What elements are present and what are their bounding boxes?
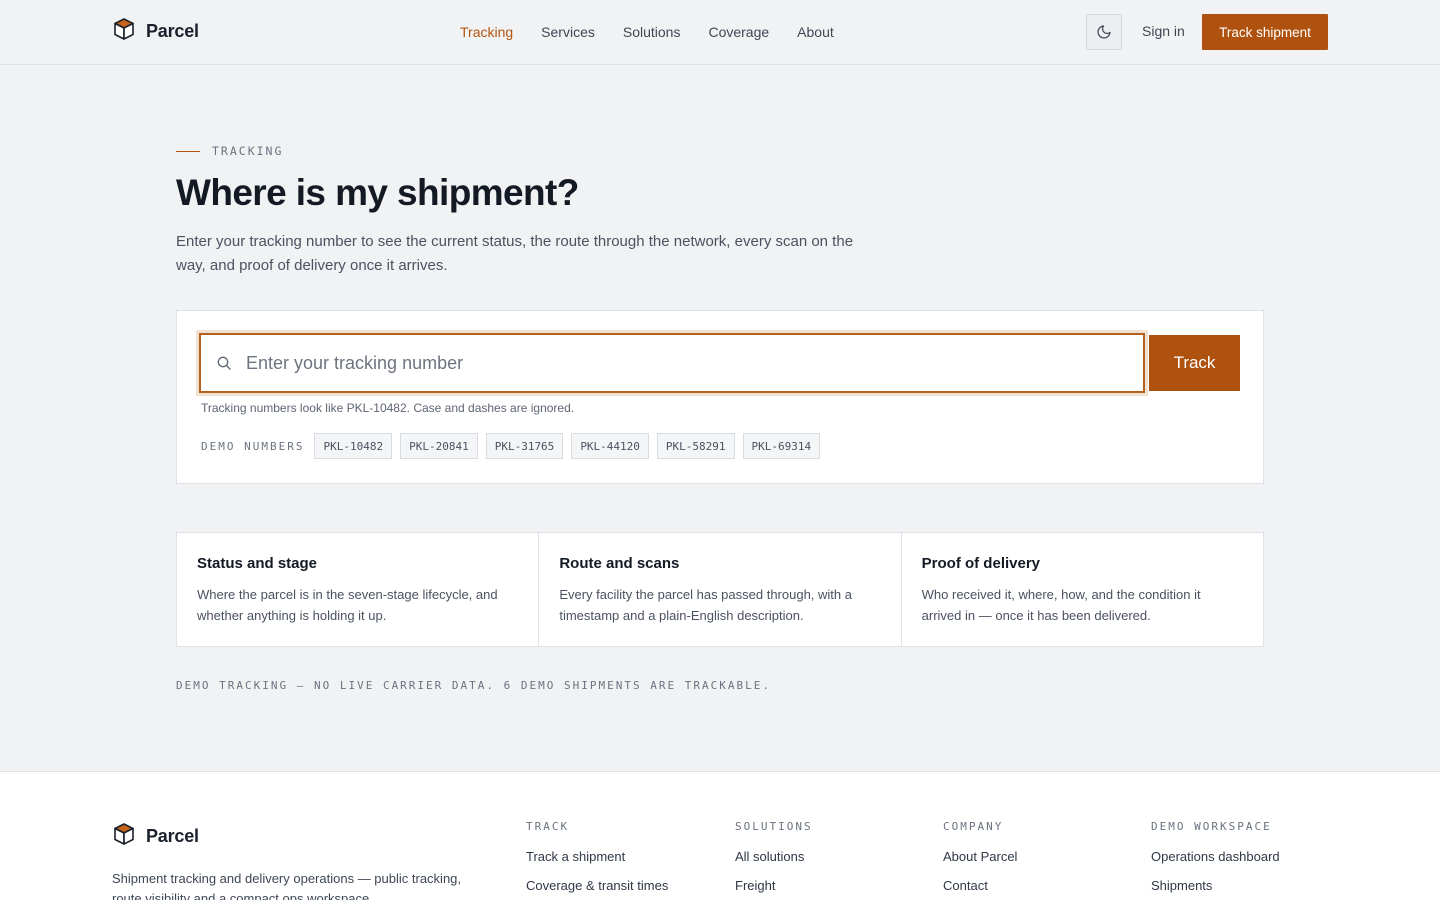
footer-column-heading: DEMO WORKSPACE [1151, 820, 1272, 833]
eyebrow-label: TRACKING [212, 144, 284, 158]
nav-services[interactable]: Services [541, 24, 595, 40]
page-subtitle: Enter your tracking number to see the cu… [176, 233, 854, 274]
footer-column-track: TRACK Track a shipment Coverage & transi… [526, 820, 668, 900]
footer-brand-name: Parcel [146, 826, 199, 846]
demo-number-chip[interactable]: PKL-69314 [742, 433, 821, 459]
tracking-hint: Tracking numbers look like PKL-10482. Ca… [201, 401, 575, 415]
footer-link[interactable]: Shipments [1151, 878, 1280, 893]
box-logo-icon [112, 17, 136, 46]
footer-brand[interactable]: Parcel [112, 822, 199, 851]
feature-title: Proof of delivery [921, 555, 1041, 572]
demo-disclaimer: DEMO TRACKING — NO LIVE CARRIER DATA. 6 … [176, 679, 771, 692]
footer-link[interactable]: Freight [735, 878, 813, 893]
brand-name: Parcel [146, 21, 199, 41]
feature-status: Status and stage Where the parcel is in … [177, 533, 540, 646]
site-header: Parcel Tracking Services Solutions Cover… [0, 0, 1440, 65]
page-title: Where is my shipment? [176, 172, 579, 213]
feature-grid: Status and stage Where the parcel is in … [176, 532, 1264, 647]
main-nav: Tracking Services Solutions Coverage Abo… [460, 24, 834, 40]
nav-tracking[interactable]: Tracking [460, 24, 513, 40]
footer-link[interactable]: Operations dashboard [1151, 849, 1280, 864]
search-icon [216, 355, 232, 371]
nav-coverage[interactable]: Coverage [708, 24, 769, 40]
tracking-search-field[interactable] [196, 330, 1148, 396]
feature-proof: Proof of delivery Who received it, where… [902, 533, 1263, 646]
eyebrow: TRACKING [176, 144, 283, 158]
track-shipment-button[interactable]: Track shipment [1202, 14, 1328, 50]
demo-number-chip[interactable]: PKL-44120 [571, 433, 649, 459]
demo-number-chip[interactable]: PKL-10482 [314, 433, 393, 459]
eyebrow-rule [176, 150, 200, 152]
footer-link[interactable]: Coverage & transit times [526, 878, 668, 893]
tracking-number-input[interactable] [246, 352, 1106, 374]
feature-title: Status and stage [197, 555, 318, 572]
footer-column-solutions: SOLUTIONS All solutions Freight [735, 820, 813, 900]
box-logo-icon [112, 822, 136, 851]
footer-column-heading: COMPANY [943, 820, 1004, 833]
footer-link[interactable]: About Parcel [943, 849, 1017, 864]
demo-number-chip[interactable]: PKL-58291 [656, 433, 735, 459]
tracking-search-card: Track Tracking numbers look like PKL-104… [176, 310, 1264, 484]
site-footer: Parcel Shipment tracking and delivery op… [0, 771, 1440, 900]
footer-link[interactable]: Contact [943, 878, 1017, 893]
track-button[interactable]: Track [1149, 335, 1240, 391]
feature-text: Every facility the parcel has passed thr… [559, 587, 852, 623]
brand-logo-link[interactable]: Parcel [112, 17, 199, 46]
nav-about[interactable]: About [797, 24, 834, 40]
footer-link[interactable]: Track a shipment [526, 849, 668, 864]
footer-description: Shipment tracking and delivery operation… [112, 871, 462, 900]
demo-number-chip[interactable]: PKL-31765 [485, 433, 564, 459]
feature-title: Route and scans [559, 555, 680, 572]
feature-text: Who received it, where, how, and the con… [921, 587, 1201, 623]
demo-numbers: DEMO NUMBERS PKL-10482 PKL-20841 PKL-317… [201, 433, 821, 459]
footer-column-heading: TRACK [526, 820, 570, 833]
theme-toggle-button[interactable] [1086, 14, 1122, 50]
footer-link[interactable]: All solutions [735, 849, 813, 864]
footer-column-demo-workspace: DEMO WORKSPACE Operations dashboard Ship… [1151, 820, 1280, 900]
moon-icon [1097, 25, 1111, 39]
feature-route: Route and scans Every facility the parce… [539, 533, 902, 646]
footer-column-company: COMPANY About Parcel Contact [943, 820, 1017, 900]
demo-numbers-label: DEMO NUMBERS [201, 439, 305, 453]
nav-solutions[interactable]: Solutions [623, 24, 681, 40]
feature-text: Where the parcel is in the seven-stage l… [197, 587, 498, 623]
footer-column-heading: SOLUTIONS [735, 820, 813, 833]
sign-in-link[interactable]: Sign in [1142, 23, 1185, 39]
demo-number-chip[interactable]: PKL-20841 [400, 433, 478, 459]
